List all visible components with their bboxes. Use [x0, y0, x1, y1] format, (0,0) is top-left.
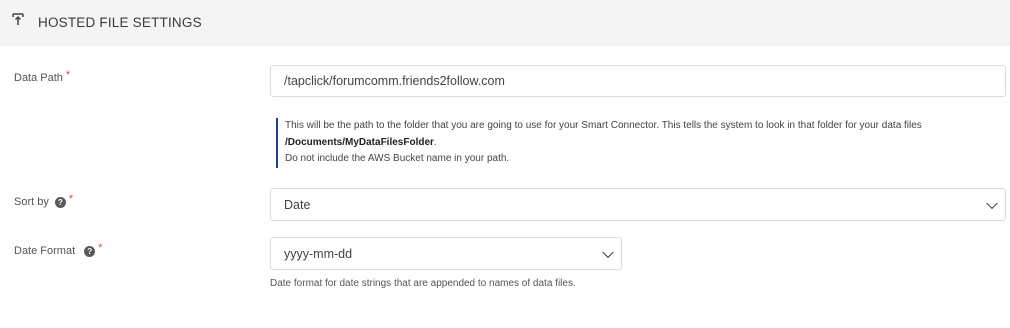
data-path-label: Data Path * — [14, 69, 71, 84]
sort-by-select[interactable]: Date — [270, 188, 1006, 221]
date-format-hint: Date format for date strings that are ap… — [270, 278, 576, 289]
help-line-2-tail: . — [433, 136, 437, 148]
question-icon[interactable]: ? — [54, 196, 66, 208]
date-format-label: Date Format ? * — [14, 242, 103, 257]
chevron-down-icon — [602, 246, 614, 258]
chevron-down-icon — [986, 197, 998, 209]
data-path-input[interactable] — [270, 65, 1006, 97]
help-line-3: Do not include the AWS Bucket name in yo… — [285, 153, 510, 164]
help-line-2: /Documents/MyDataFilesFolder. — [285, 135, 1010, 152]
required-marker: * — [98, 242, 103, 254]
date-format-label-text: Date Format — [14, 245, 76, 257]
sort-by-label-text: Sort by — [14, 196, 49, 208]
sort-by-value: Date — [284, 197, 311, 212]
date-format-select[interactable]: yyyy-mm-dd — [270, 237, 622, 270]
panel-title: HOSTED FILE SETTINGS — [38, 15, 202, 30]
help-path-example: /Documents/MyDataFilesFolder — [285, 136, 434, 148]
data-path-help-note: This will be the path to the folder that… — [276, 118, 1010, 168]
required-marker: * — [65, 69, 71, 81]
panel-header: HOSTED FILE SETTINGS — [0, 0, 1010, 46]
question-icon[interactable]: ? — [84, 245, 96, 257]
data-path-label-text: Data Path — [14, 72, 63, 84]
help-line-1: This will be the path to the folder that… — [285, 120, 922, 131]
sort-by-label: Sort by ? * — [14, 193, 74, 208]
required-marker: * — [68, 193, 74, 205]
date-format-value: yyyy-mm-dd — [284, 246, 353, 261]
upload-icon — [12, 13, 24, 25]
